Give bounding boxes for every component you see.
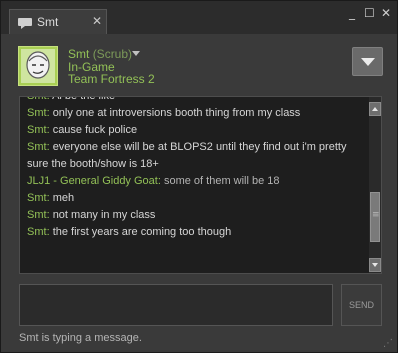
message-sender: Smt <box>27 124 47 136</box>
message-input[interactable] <box>19 284 333 326</box>
message-list: Smt: Ai be the like Smt: only one at intr… <box>27 96 367 241</box>
message-text: only one at introversions booth thing fr… <box>52 107 301 119</box>
options-dropdown-button[interactable] <box>352 47 383 76</box>
message-sender: Smt <box>27 226 47 238</box>
minimize-icon[interactable]: _ <box>349 6 355 20</box>
close-window-icon[interactable]: ✕ <box>381 6 391 20</box>
chat-message: Smt: Ai be the like <box>27 96 367 105</box>
message-sender: Smt <box>27 192 47 204</box>
chat-message: Smt: only one at introversions booth thi… <box>27 105 367 122</box>
chat-message: Smt: cause fuck police <box>27 122 367 139</box>
chat-message: JLJ1 - General Giddy Goat: some of them … <box>27 173 367 190</box>
message-text: meh <box>52 192 75 204</box>
message-text: Ai be the like <box>52 96 116 102</box>
message-text: everyone else will be at BLOPS2 until th… <box>27 141 347 170</box>
typing-status: Smt is typing a message. <box>19 332 142 344</box>
tab-label: Smt <box>37 15 59 29</box>
chat-message: Smt: not many in my class <box>27 207 367 224</box>
chat-window: Smt ✕ _ ☐ ✕ Smt (Scrub) In-Game Team For… <box>0 0 398 353</box>
message-text: some of them will be 18 <box>163 175 280 187</box>
resize-grip-icon[interactable]: ⋰ <box>383 338 393 349</box>
message-sender: JLJ1 - General Giddy Goat <box>27 175 158 187</box>
maximize-icon[interactable]: ☐ <box>364 6 375 20</box>
chat-message: Smt: the first years are coming too thou… <box>27 224 367 241</box>
scroll-up-icon[interactable] <box>369 102 381 116</box>
friend-nickname: (Scrub) <box>92 47 133 61</box>
chat-message: Smt: meh <box>27 190 367 207</box>
avatar-image <box>21 49 55 83</box>
friend-name: Smt <box>68 47 90 61</box>
chat-message: Smt: everyone else will be at BLOPS2 unt… <box>27 139 367 173</box>
tab-strip: Smt ✕ _ ☐ ✕ <box>1 1 397 34</box>
scrollbar[interactable] <box>369 97 381 273</box>
message-text: not many in my class <box>52 209 156 221</box>
message-sender: Smt <box>27 107 47 119</box>
close-tab-icon[interactable]: ✕ <box>92 14 102 28</box>
chat-bubble-icon <box>18 16 32 29</box>
avatar[interactable] <box>18 46 58 86</box>
tab-smt[interactable]: Smt ✕ <box>9 9 107 34</box>
message-sender: Smt <box>27 209 47 221</box>
message-sender: Smt <box>27 96 47 102</box>
send-button[interactable]: SEND <box>341 284 382 326</box>
message-sender: Smt <box>27 141 47 153</box>
friend-name-line[interactable]: Smt (Scrub) <box>68 47 132 61</box>
chevron-down-icon[interactable] <box>132 51 140 56</box>
message-text: cause fuck police <box>52 124 138 136</box>
scroll-down-icon[interactable] <box>369 258 381 272</box>
friend-game: Team Fortress 2 <box>68 72 155 86</box>
chat-log[interactable]: Smt: Ai be the like Smt: only one at intr… <box>19 96 382 274</box>
message-text: the first years are coming too though <box>52 226 232 238</box>
scroll-thumb[interactable] <box>370 192 380 242</box>
